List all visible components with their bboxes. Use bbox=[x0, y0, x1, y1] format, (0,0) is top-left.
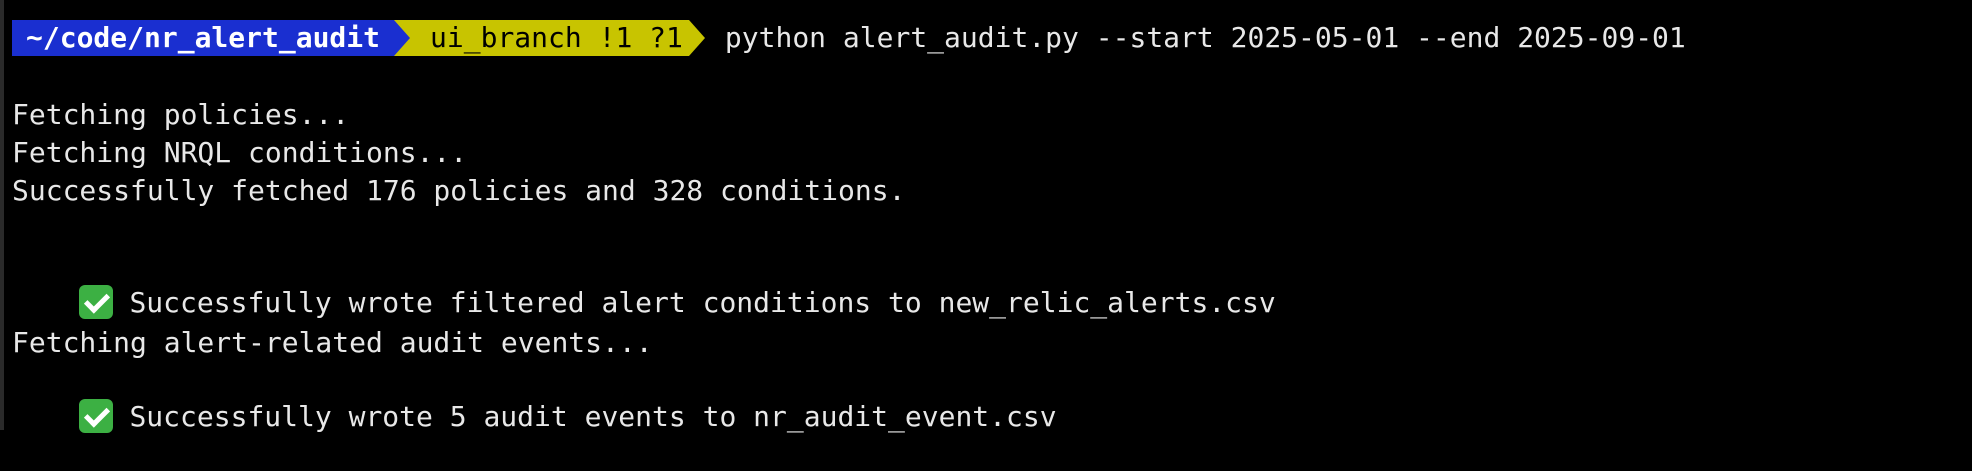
output-line-success: Successfully wrote 5 audit events to nr_… bbox=[12, 363, 1057, 433]
terminal-window[interactable]: ~/code/nr_alert_audit ui_branch !1 ?1 py… bbox=[0, 0, 1972, 433]
prompt-end-arrow-icon bbox=[688, 20, 705, 56]
command-text: python alert_audit.py --start 2025-05-01… bbox=[724, 21, 1686, 54]
output-line: Successfully fetched 176 policies and 32… bbox=[12, 174, 906, 207]
check-mark-icon bbox=[79, 399, 114, 433]
output-line: Fetching policies... bbox=[12, 98, 350, 131]
prompt-separator-arrow-icon bbox=[394, 20, 411, 56]
output-line: Fetching alert-related audit events... bbox=[12, 326, 653, 359]
window-edge bbox=[0, 0, 4, 430]
prompt-directory: ~/code/nr_alert_audit bbox=[12, 20, 395, 56]
check-mark-icon bbox=[79, 285, 114, 319]
output-line: Fetching NRQL conditions... bbox=[12, 136, 468, 169]
output-line-text: Successfully wrote filtered alert condit… bbox=[129, 286, 1276, 319]
output-line-success: Successfully wrote filtered alert condit… bbox=[12, 249, 1276, 319]
shell-prompt: ~/code/nr_alert_audit ui_branch !1 ?1 py… bbox=[12, 20, 1686, 56]
prompt-git-branch: ui_branch !1 ?1 bbox=[410, 20, 689, 56]
output-line-text: Successfully wrote 5 audit events to nr_… bbox=[129, 400, 1057, 433]
